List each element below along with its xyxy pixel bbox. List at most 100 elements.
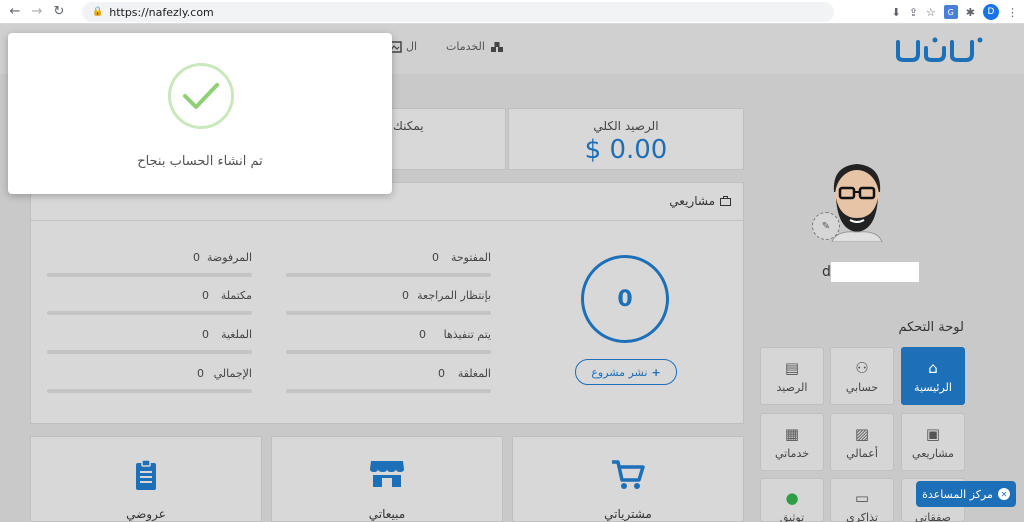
lock-icon: 🔒 — [92, 7, 104, 17]
total-balance-label: الرصيد الكلي — [593, 119, 659, 133]
tile-works[interactable]: ▨ أعمالي — [830, 413, 894, 471]
stat-cancelled: الملغية 0 — [47, 328, 252, 354]
tile-label: خدماتي — [774, 446, 810, 460]
stat-in-progress: يتم تنفيذها 0 — [286, 328, 491, 354]
offers-card[interactable]: عروضي — [30, 436, 262, 522]
stat-label: الملغية — [221, 328, 252, 341]
extensions-icon[interactable]: ✱ — [966, 6, 975, 19]
help-center-label: مركز المساعدة — [922, 487, 993, 501]
total-balance-value: $ 0.00 — [584, 135, 668, 165]
projects-title: مشاريعي — [669, 194, 731, 208]
briefcase-icon: ▣ — [925, 424, 941, 443]
projects-title-text: مشاريعي — [669, 194, 715, 208]
tile-label: الرئيسية — [914, 380, 952, 394]
store-icon — [370, 461, 404, 487]
tile-projects[interactable]: ▣ مشاريعي — [901, 413, 965, 471]
sales-label: مبيعاتي — [368, 507, 406, 521]
tile-services[interactable]: ▦ خدماتي — [760, 413, 824, 471]
install-icon[interactable]: ⬇ — [891, 6, 900, 19]
ticket-icon: ▭ — [854, 489, 870, 507]
stat-bar — [286, 350, 491, 354]
reload-icon[interactable]: ↻ — [48, 1, 70, 23]
stat-rejected: المرفوضة 0 — [47, 251, 252, 277]
publish-project-label: نشر مشروع — [591, 365, 648, 379]
nafezly-logo[interactable] — [894, 34, 984, 64]
sales-card[interactable]: مبيعاتي — [271, 436, 503, 522]
total-balance-card: الرصيد الكلي $ 0.00 — [508, 108, 744, 170]
verify-icon: ● — [785, 489, 799, 507]
cart-icon — [612, 460, 645, 489]
stat-count: 0 — [193, 251, 200, 264]
gallery-icon: ▨ — [854, 424, 870, 443]
stat-count: 0 — [202, 328, 209, 341]
toast-message: تم انشاء الحساب بنجاح — [137, 154, 263, 169]
boxes-icon: ▦ — [784, 424, 800, 443]
stat-count: 0 — [197, 367, 204, 380]
help-center-button[interactable]: ✕ مركز المساعدة — [916, 481, 1016, 507]
browser-toolbar: ← → ↻ 🔒 https://nafezly.com ⬇ ⇪ ☆ G ✱ D … — [0, 0, 1024, 24]
stat-count: 0 — [432, 251, 439, 264]
star-icon[interactable]: ☆ — [926, 6, 936, 19]
share-icon[interactable]: ⇪ — [909, 6, 918, 19]
tile-label: صفقاتي — [914, 511, 952, 522]
tile-tickets[interactable]: ▭ تذاكري — [830, 478, 894, 522]
plus-icon: + — [651, 365, 661, 379]
dashboard-title: لوحة التحكم — [898, 320, 964, 335]
back-icon[interactable]: ← — [4, 1, 26, 23]
home-icon: ⌂ — [928, 358, 938, 377]
user-edit-icon: ✎ — [821, 220, 831, 232]
publish-project-button[interactable]: + نشر مشروع — [575, 359, 677, 385]
tile-account[interactable]: ⚇ حسابي — [830, 347, 894, 405]
success-check-icon — [168, 63, 234, 129]
forward-icon[interactable]: → — [26, 1, 48, 23]
browser-actions: ⬇ ⇪ ☆ G ✱ D ⋮ — [891, 2, 1018, 22]
nav-services-label: الخدمات — [446, 40, 485, 53]
projects-count-circle: 0 — [581, 255, 669, 343]
purchases-card[interactable]: مشترياتي — [512, 436, 744, 522]
translate-extension-icon[interactable]: G — [943, 5, 958, 19]
boxes-icon — [490, 41, 503, 52]
stat-bar — [286, 311, 491, 315]
stat-label: الإجمالي — [213, 367, 252, 380]
tile-balance[interactable]: ▤ الرصيد — [760, 347, 824, 405]
edit-avatar-button[interactable]: ✎ — [812, 212, 840, 240]
stat-label: المرفوضة — [206, 251, 252, 264]
briefcase-icon — [720, 196, 731, 206]
close-icon[interactable]: ✕ — [997, 488, 1010, 500]
profile-avatar[interactable]: D — [983, 4, 999, 20]
tile-label: أعمالي — [846, 446, 878, 460]
tile-verify[interactable]: ● توثيق — [760, 478, 824, 522]
stat-bar — [47, 350, 252, 354]
stat-label: المفتوحة — [450, 251, 491, 264]
username: d — [822, 264, 831, 280]
nav-services[interactable]: الخدمات — [446, 40, 504, 53]
stat-count: 0 — [202, 289, 209, 302]
menu-icon[interactable]: ⋮ — [1007, 6, 1018, 19]
tile-label: حسابي — [845, 380, 879, 394]
stat-label: يتم تنفيذها — [443, 328, 491, 341]
stat-open: المفتوحة 0 — [286, 251, 491, 277]
projects-panel: مشاريعي 0 + نشر مشروع المفتوحة 0 بإنتظار… — [30, 182, 744, 424]
username-redaction — [831, 262, 919, 282]
stat-bar — [47, 311, 252, 315]
offers-label: عروضي — [126, 507, 166, 521]
address-bar[interactable]: 🔒 https://nafezly.com — [82, 2, 834, 22]
stat-bar — [286, 389, 491, 393]
stat-count: 0 — [419, 328, 426, 341]
wallet-icon: ▤ — [784, 358, 800, 377]
stat-label: بإنتظار المراجعة — [417, 289, 491, 302]
tile-label: مشاريعي — [912, 446, 954, 460]
stat-bar — [47, 273, 252, 277]
url-text: https://nafezly.com — [109, 5, 214, 19]
stat-completed: مكتملة 0 — [47, 289, 252, 315]
user-icon: ⚇ — [855, 358, 869, 377]
tile-label: توثيق — [779, 511, 805, 522]
stat-label: مكتملة — [220, 289, 252, 302]
nav-works[interactable]: ال — [388, 40, 417, 53]
stat-label: المغلقة — [457, 367, 491, 380]
clipboard-icon — [136, 459, 156, 490]
tile-label: تذاكري — [846, 511, 878, 522]
stat-bar — [286, 273, 491, 277]
stat-closed: المغلقة 0 — [286, 367, 491, 393]
tile-home[interactable]: ⌂ الرئيسية — [901, 347, 965, 405]
